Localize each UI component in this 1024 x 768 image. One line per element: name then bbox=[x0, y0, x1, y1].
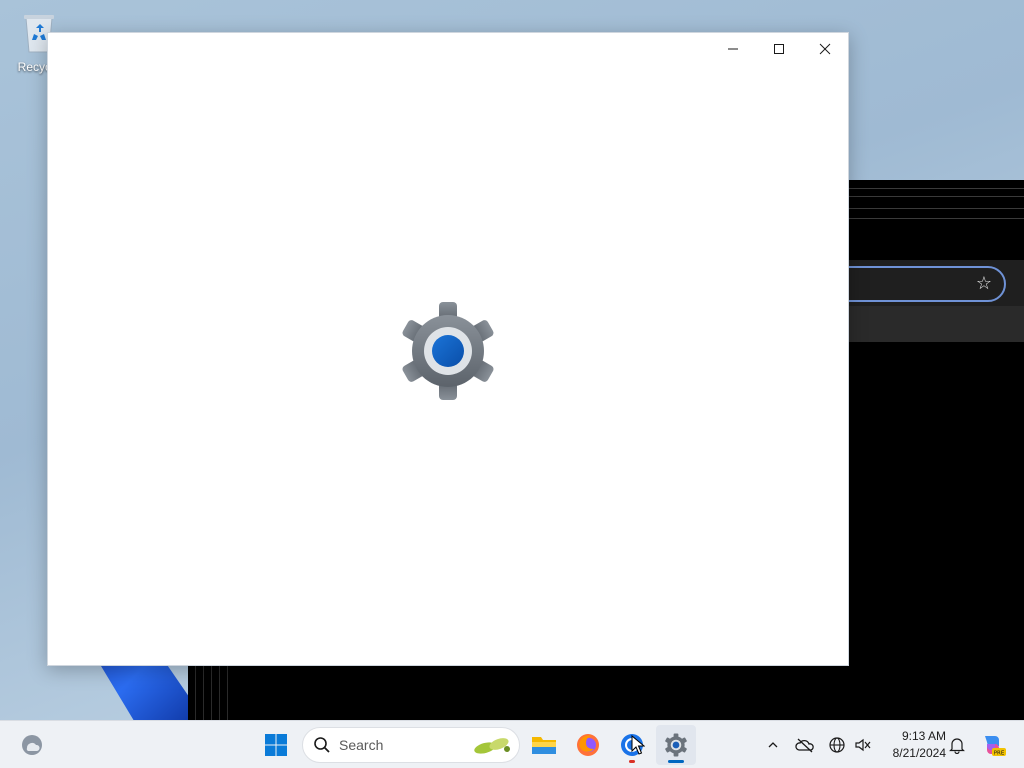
onedrive-offline-icon bbox=[795, 738, 814, 753]
volume-tray-button[interactable] bbox=[850, 725, 876, 765]
window-edge-lines bbox=[188, 666, 228, 720]
divider bbox=[848, 188, 1024, 189]
copilot-badge: PRE bbox=[994, 750, 1005, 756]
bookmarks-bar bbox=[848, 306, 1024, 342]
taskbar-app-firefox[interactable] bbox=[568, 725, 608, 765]
onedrive-tray-button[interactable] bbox=[792, 725, 818, 765]
copilot-icon: PRE bbox=[985, 736, 1006, 756]
weather-icon bbox=[22, 735, 42, 755]
clock-time: 9:13 AM bbox=[901, 729, 946, 743]
close-button[interactable] bbox=[802, 33, 848, 65]
active-indicator bbox=[668, 760, 684, 763]
settings-window[interactable] bbox=[47, 32, 849, 666]
settings-gear-icon bbox=[402, 302, 494, 400]
taskbar-clock[interactable]: 9:13 AM 8/21/2024 bbox=[880, 728, 946, 762]
search-highlight-icon bbox=[474, 738, 510, 754]
widgets-button[interactable] bbox=[12, 725, 52, 765]
windows-logo-icon bbox=[265, 734, 287, 756]
maximize-button[interactable] bbox=[756, 33, 802, 65]
maximize-icon bbox=[774, 44, 784, 54]
star-icon[interactable]: ☆ bbox=[972, 272, 996, 296]
gear-icon bbox=[665, 733, 687, 757]
taskbar-search-box[interactable]: Search bbox=[302, 727, 520, 763]
folder-icon bbox=[532, 737, 556, 754]
search-placeholder: Search bbox=[339, 737, 384, 753]
bell-icon bbox=[949, 738, 965, 754]
divider bbox=[848, 208, 1024, 209]
running-indicator bbox=[629, 760, 635, 763]
close-icon bbox=[819, 43, 831, 55]
volume-icon bbox=[855, 738, 871, 752]
mouse-cursor bbox=[631, 735, 645, 755]
network-icon bbox=[829, 737, 845, 753]
clock-date: 8/21/2024 bbox=[892, 746, 946, 760]
taskbar-app-settings[interactable] bbox=[656, 725, 696, 765]
taskbar: Search 9:13 AM 8/21/2024 PRE bbox=[0, 720, 1024, 768]
minimize-icon bbox=[728, 48, 738, 50]
network-tray-button[interactable] bbox=[824, 725, 850, 765]
search-icon bbox=[314, 737, 330, 753]
divider bbox=[848, 196, 1024, 197]
firefox-icon bbox=[577, 734, 599, 756]
copilot-button[interactable]: PRE bbox=[976, 725, 1010, 765]
desktop: Recycle ☆ bbox=[0, 0, 1024, 720]
start-button[interactable] bbox=[256, 725, 296, 765]
divider bbox=[848, 218, 1024, 219]
notifications-button[interactable] bbox=[944, 725, 970, 765]
chevron-up-icon bbox=[768, 742, 778, 748]
taskbar-app-file-explorer[interactable] bbox=[524, 725, 564, 765]
minimize-button[interactable] bbox=[710, 33, 756, 65]
show-hidden-icons-button[interactable] bbox=[760, 725, 786, 765]
